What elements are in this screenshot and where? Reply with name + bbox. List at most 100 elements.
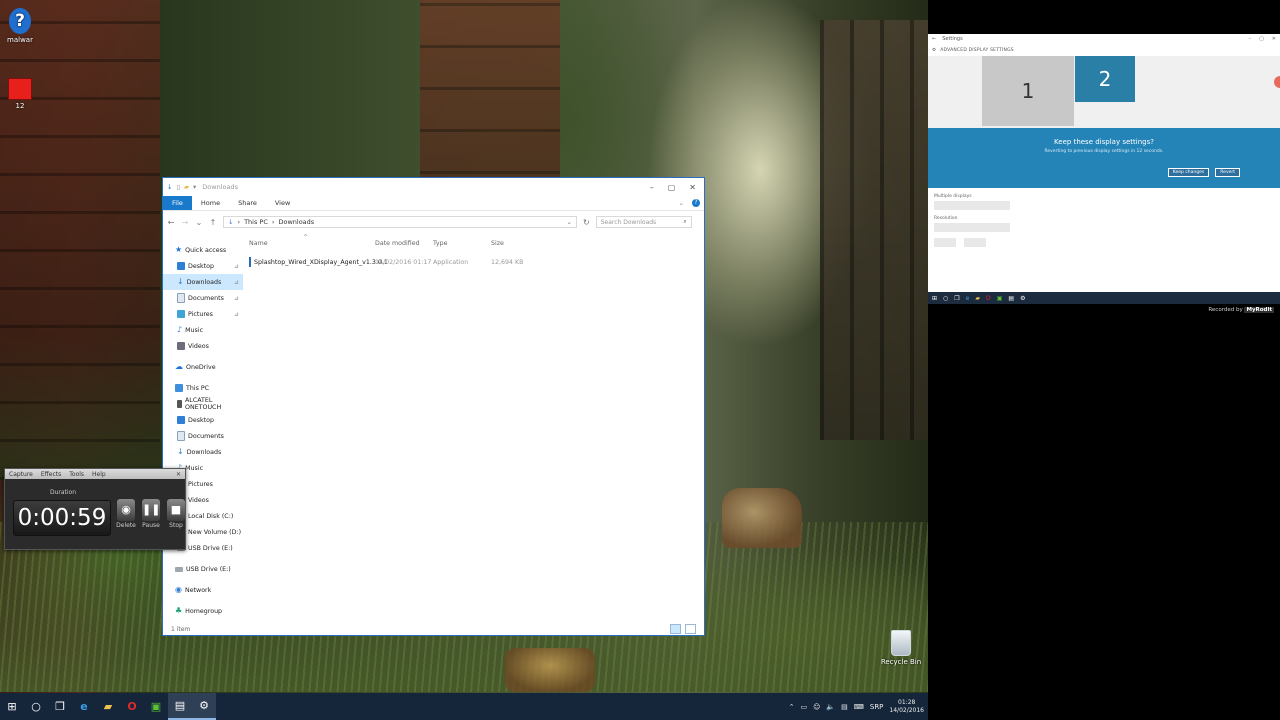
menu-effects[interactable]: Effects: [41, 471, 61, 478]
settings-titlebar[interactable]: ← Settings – ▢ ✕: [928, 34, 1280, 44]
breadcrumb-sep-icon[interactable]: ›: [237, 218, 240, 226]
qat-dropdown-icon[interactable]: ▾: [193, 183, 196, 191]
opera-icon[interactable]: O: [986, 295, 991, 302]
nav-pc-documents[interactable]: Documents: [163, 428, 243, 444]
large-icons-view-icon[interactable]: [685, 624, 696, 634]
taskbar-app-doc[interactable]: ▤: [168, 693, 192, 720]
cortana-button[interactable]: ○: [24, 693, 48, 720]
volume-icon[interactable]: 🔈: [826, 703, 835, 711]
taskbar-settings[interactable]: ⚙: [192, 693, 216, 720]
properties-icon[interactable]: ▯: [176, 183, 180, 191]
document-app-icon[interactable]: ▤: [1008, 295, 1014, 302]
tab-view[interactable]: View: [266, 196, 299, 210]
up-arrow-icon[interactable]: ↑: [209, 218, 217, 227]
recorder-menu: Capture Effects Tools Help ✕: [5, 469, 185, 479]
people-icon[interactable]: ☺: [813, 703, 820, 711]
menu-help[interactable]: Help: [92, 471, 106, 478]
help-icon[interactable]: ?: [692, 199, 700, 207]
breadcrumb-sep-icon[interactable]: ›: [272, 218, 275, 226]
language-indicator[interactable]: SRP: [870, 703, 884, 711]
address-dropdown-icon[interactable]: ⌄: [567, 218, 572, 226]
ribbon-expand-icon[interactable]: ⌄: [679, 199, 684, 207]
nav-alcatel[interactable]: ALCATEL ONETOUCH: [163, 396, 243, 412]
tab-file[interactable]: File: [163, 196, 192, 210]
nav-quick-access[interactable]: ★ Quick access: [163, 242, 243, 258]
address-bar[interactable]: ↓ › This PC › Downloads ⌄: [223, 216, 577, 228]
nav-desktop[interactable]: Desktop ⊿: [163, 258, 243, 274]
monitor-1-tile[interactable]: 1: [982, 56, 1074, 126]
nav-music[interactable]: ♪ Music: [163, 322, 243, 338]
settings-maximize-button[interactable]: ▢: [1259, 36, 1264, 42]
green-app-icon[interactable]: ▣: [997, 295, 1003, 302]
windows-icon[interactable]: ⊞: [932, 295, 937, 302]
resolution-select[interactable]: [934, 223, 1010, 232]
action-center-icon[interactable]: ▤: [841, 703, 848, 711]
nav-network[interactable]: ◉ Network: [163, 582, 243, 598]
show-hidden-icons-icon[interactable]: ⌃: [789, 703, 795, 711]
apply-button[interactable]: [934, 238, 956, 247]
menu-capture[interactable]: Capture: [9, 471, 33, 478]
taskbar-file-explorer[interactable]: ▰: [96, 693, 120, 720]
start-button[interactable]: ⊞: [0, 693, 24, 720]
back-arrow-icon[interactable]: ←: [167, 218, 175, 227]
nav-onedrive[interactable]: ☁ OneDrive: [163, 359, 243, 375]
nav-pc-desktop[interactable]: Desktop: [163, 412, 243, 428]
close-icon[interactable]: ✕: [176, 471, 181, 478]
folder-icon[interactable]: ▰: [975, 295, 980, 302]
desktop-icon-12[interactable]: 12: [0, 78, 40, 110]
maximize-button[interactable]: ▢: [668, 183, 676, 192]
settings-back-icon[interactable]: ←: [932, 36, 936, 42]
cancel-button[interactable]: [964, 238, 986, 247]
nav-this-pc[interactable]: This PC: [163, 380, 243, 396]
keep-changes-button[interactable]: Keep changes: [1167, 168, 1210, 177]
multiple-displays-select[interactable]: [934, 201, 1010, 210]
nav-videos[interactable]: Videos: [163, 338, 243, 354]
column-header-type[interactable]: Type: [433, 240, 491, 247]
search-circle-icon[interactable]: ○: [943, 295, 948, 302]
desktop-icon-recycle-bin[interactable]: Recycle Bin: [880, 630, 922, 666]
settings-close-button[interactable]: ✕: [1272, 36, 1276, 42]
nav-pc-downloads[interactable]: ↓ Downloads: [163, 444, 243, 460]
network-tray-icon[interactable]: ▭: [800, 703, 807, 711]
keyboard-icon[interactable]: ⌨: [854, 703, 864, 711]
table-row[interactable]: Splashtop_Wired_XDisplay_Agent_v1.3.0.1 …: [247, 254, 704, 270]
edge-icon[interactable]: e: [966, 295, 970, 302]
column-header-name[interactable]: Name: [247, 240, 375, 247]
column-header-date[interactable]: Date modified: [375, 240, 433, 247]
task-view-icon[interactable]: ❐: [954, 295, 959, 302]
nav-usb-drive-e[interactable]: USB Drive (E:): [163, 561, 243, 577]
breadcrumb-this-pc[interactable]: This PC: [244, 218, 268, 226]
explorer-titlebar[interactable]: ↓ ▯ ▰ ▾ Downloads – ▢ ✕: [163, 178, 704, 196]
desktop-icon-malwar[interactable]: ? malwar: [0, 8, 40, 44]
details-view-icon[interactable]: [670, 624, 681, 634]
pause-button[interactable]: ❚❚ Pause: [140, 499, 162, 529]
pause-icon: ❚❚: [142, 499, 160, 521]
monitor-2-tile[interactable]: 2: [1075, 56, 1135, 102]
refresh-icon[interactable]: ↻: [583, 218, 590, 227]
menu-tools[interactable]: Tools: [69, 471, 84, 478]
tab-home[interactable]: Home: [192, 196, 229, 210]
search-input[interactable]: Search Downloads ⌕: [595, 216, 692, 228]
delete-button[interactable]: ◉ Delete: [115, 499, 137, 529]
nav-documents[interactable]: Documents ⊿: [163, 290, 243, 306]
revert-button[interactable]: Revert: [1215, 168, 1240, 177]
taskbar-edge[interactable]: e: [72, 693, 96, 720]
nav-homegroup[interactable]: ♣ Homegroup: [163, 603, 243, 619]
recent-dropdown-icon[interactable]: ⌄: [195, 218, 203, 227]
task-view-button[interactable]: ❐: [48, 693, 72, 720]
stop-button[interactable]: ■ Stop: [165, 499, 187, 529]
minimize-button[interactable]: –: [650, 183, 654, 192]
nav-downloads[interactable]: ↓ Downloads ⊿: [163, 274, 243, 290]
taskbar-opera[interactable]: O: [120, 693, 144, 720]
gear-icon[interactable]: ⚙: [1020, 295, 1025, 302]
nav-pictures[interactable]: Pictures ⊿: [163, 306, 243, 322]
settings-minimize-button[interactable]: –: [1249, 36, 1252, 42]
taskbar-app-green[interactable]: ▣: [144, 693, 168, 720]
forward-arrow-icon[interactable]: →: [181, 218, 189, 227]
clock[interactable]: 01:28 14/02/2016: [889, 699, 924, 715]
tab-share[interactable]: Share: [229, 196, 266, 210]
close-button[interactable]: ✕: [689, 183, 696, 192]
column-header-size[interactable]: Size: [491, 240, 527, 247]
folder-icon[interactable]: ▰: [184, 183, 189, 191]
breadcrumb-downloads[interactable]: Downloads: [278, 218, 314, 226]
